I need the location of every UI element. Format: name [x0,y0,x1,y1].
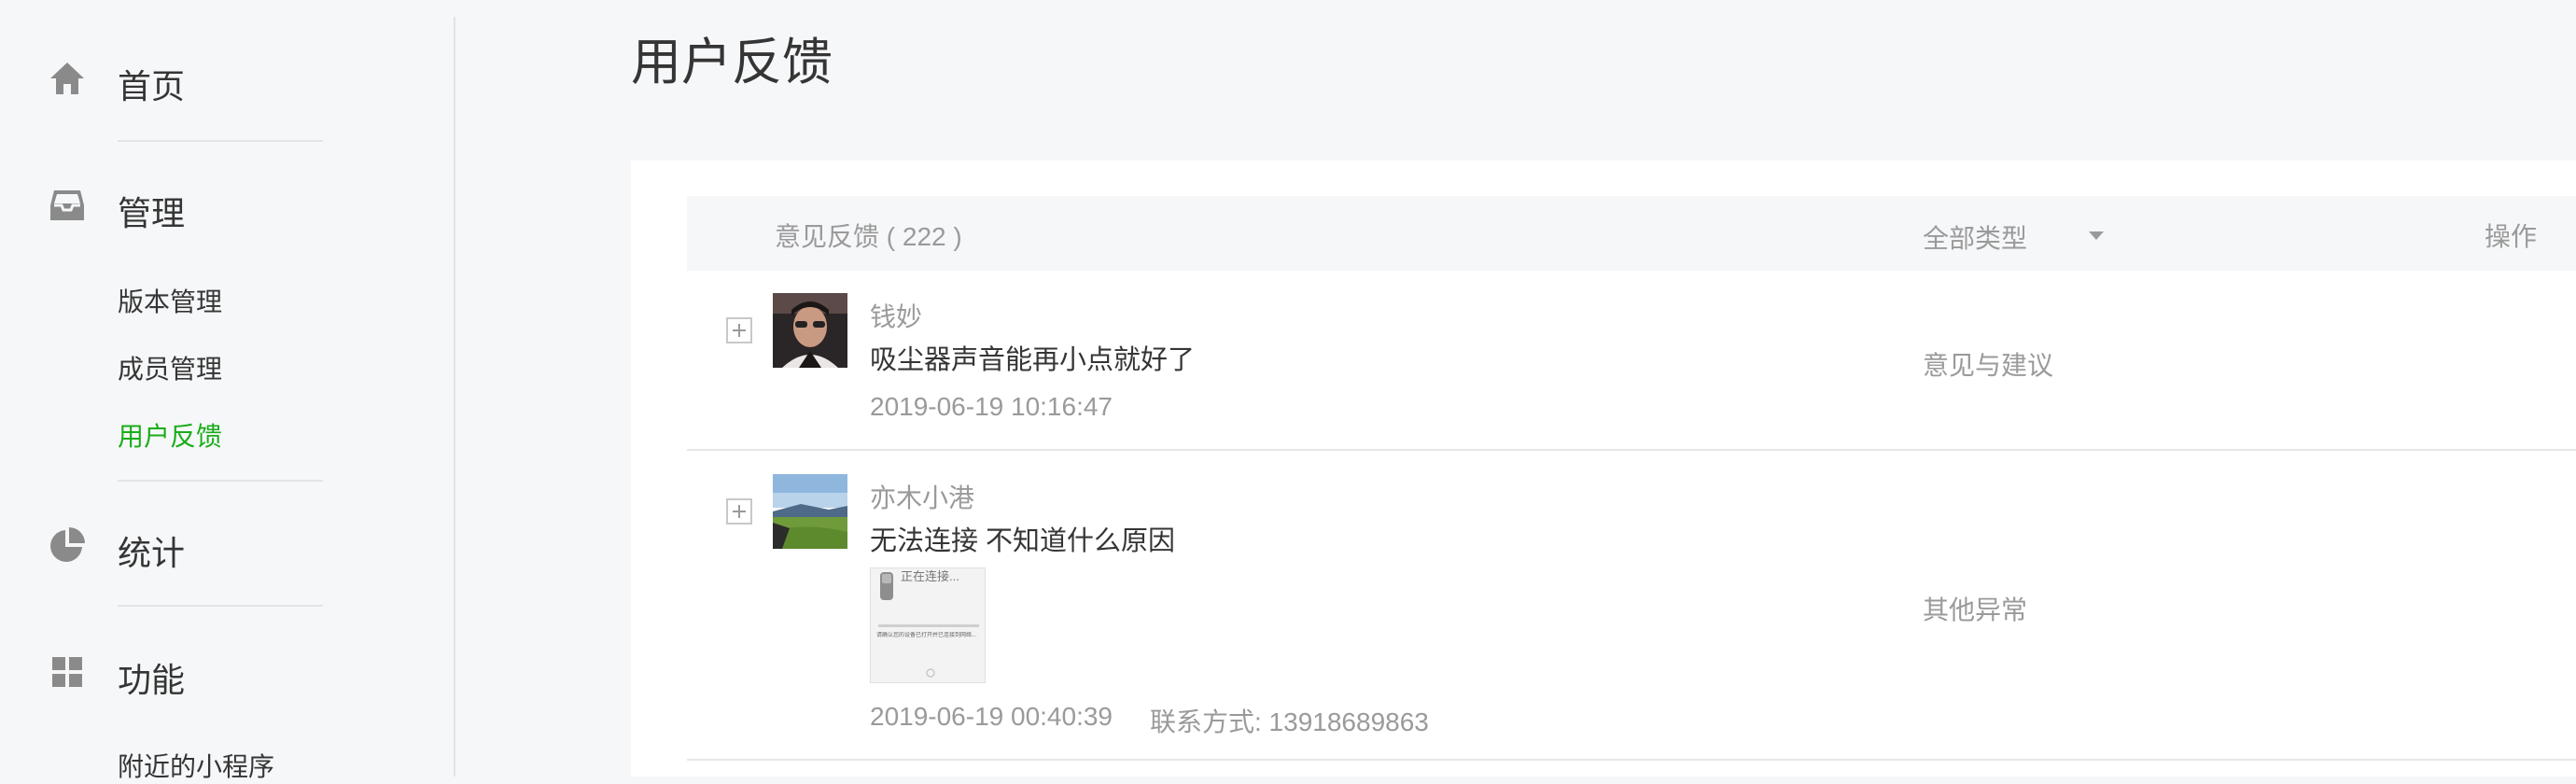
feedback-time: 2019-06-19 10:16:47 [870,392,1113,421]
nav-home-label: 首页 [118,67,186,105]
row-divider [687,759,2576,761]
sidebar-item-feedback[interactable]: 用户反馈 [118,416,222,454]
sidebar-divider [118,140,323,142]
home-icon [49,60,86,97]
sidebar-divider [118,480,323,482]
feedback-type: 其他异常 [1923,595,2028,624]
expand-row-button[interactable] [726,498,752,525]
feedback-time: 2019-06-19 00:40:39 [870,702,1113,731]
sidebar-item-nearby-miniprogram[interactable]: 附近的小程序 [118,747,274,784]
feedback-username: 钱妙 [870,302,923,331]
row-divider [687,449,2576,451]
pie-chart-icon [49,526,86,564]
chevron-down-icon[interactable] [2089,231,2104,240]
thumbnail-text: 正在连接... [901,569,959,583]
sidebar-item-version[interactable]: 版本管理 [118,282,222,319]
nav-stats-label: 统计 [118,534,186,572]
feedback-contact: 联系方式: 13918689863 [1150,707,1429,736]
page-title: 用户反馈 [631,35,833,91]
sidebar-divider [118,605,323,607]
feedback-content: 无法连接 不知道什么原因 [870,526,1176,556]
column-header-operation: 操作 [2485,222,2538,251]
thumbnail-caption: 请确认您的设备已打开并已连接到网络... [876,633,977,638]
inbox-icon [49,187,86,224]
sidebar-item-members[interactable]: 成员管理 [118,349,222,386]
nav-features-label: 功能 [118,661,186,699]
feedback-attachment-thumbnail[interactable]: 正在连接... 请确认您的设备已打开并已连接到网络... [870,567,986,683]
feedback-username: 亦木小港 [870,483,975,512]
phone-screenshot-image [871,568,985,682]
avatar[interactable] [773,293,847,368]
grid-icon [49,653,86,691]
expand-row-button[interactable] [726,317,752,343]
column-header-feedback: 意见反馈 ( 222 ) [775,222,962,251]
type-filter-dropdown[interactable]: 全部类型 [1923,218,2027,256]
nav-manage-label: 管理 [118,194,186,232]
table-header [687,196,2576,271]
sidebar: 首页 管理 版本管理 成员管理 用户反馈 统计 功能 附近的小程序 [0,0,454,781]
feedback-type: 意见与建议 [1923,351,2054,380]
feedback-content: 吸尘器声音能再小点就好了 [870,345,1196,375]
avatar[interactable] [773,474,847,549]
sidebar-border [454,17,455,777]
